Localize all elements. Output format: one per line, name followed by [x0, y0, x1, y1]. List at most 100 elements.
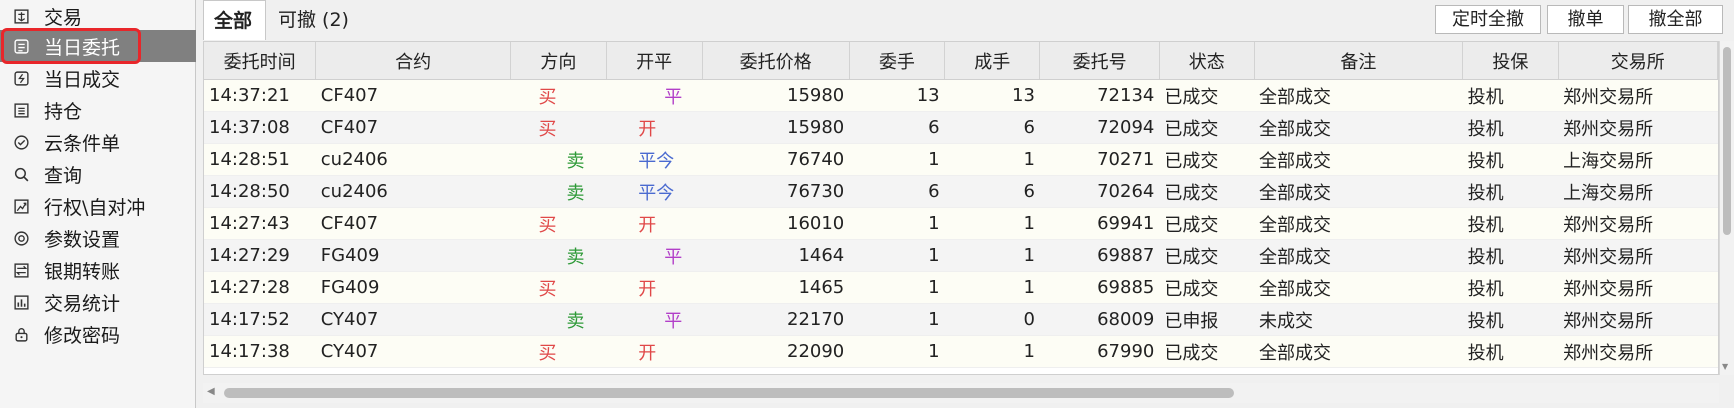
cell-status: 已成交	[1159, 111, 1255, 144]
cell-dir: 卖	[510, 143, 607, 176]
exercise-icon	[11, 196, 31, 216]
position-icon	[11, 100, 31, 120]
column-header[interactable]: 委托价格	[702, 42, 850, 80]
cell-note: 全部成交	[1254, 143, 1463, 176]
cell-vol: 1	[849, 335, 945, 368]
vertical-scrollbar[interactable]: ▼	[1719, 41, 1734, 375]
cell-note: 全部成交	[1254, 271, 1463, 304]
scrollbar-thumb[interactable]	[1723, 47, 1731, 235]
orders-table: 委托时间 合约 方向 开平 委托价格 委手 成手 委托号 状态 备注 投保 交易…	[203, 41, 1719, 375]
column-header[interactable]: 备注	[1254, 42, 1464, 80]
cell-status: 已成交	[1159, 239, 1255, 272]
tab-cancellable[interactable]: 可撤 (2)	[268, 0, 378, 40]
sidebar-item-cloud-conditions[interactable]: 云条件单	[0, 126, 196, 158]
sidebar-item-statistics[interactable]: 交易统计	[0, 286, 196, 318]
cell-price: 1465	[702, 271, 850, 304]
cancel-order-button[interactable]: 撤单	[1547, 5, 1624, 34]
cell-filled: 1	[944, 239, 1040, 272]
table-row[interactable]: 14:17:38 CY407 买开 22090 1 1 67990 已成交 全部成交 投机 郑州交易…	[204, 335, 1718, 368]
cell-exchange: 郑州交易所	[1558, 335, 1718, 368]
cell-price: 1464	[702, 239, 850, 272]
cell-contract: FG409	[315, 271, 511, 304]
search-icon	[11, 164, 31, 184]
table-row[interactable]: 14:28:50 cu2406 卖平今 76730 6 6 70264 已成交 全部成交 投机 上海…	[204, 175, 1718, 208]
column-header[interactable]: 委托号	[1039, 42, 1160, 80]
cell-status: 已申报	[1159, 303, 1255, 336]
sidebar-item-label: 持仓	[44, 100, 83, 123]
cancel-all-button[interactable]: 撤全部	[1628, 5, 1723, 34]
settings-icon	[11, 228, 31, 248]
cell-price: 22170	[702, 303, 850, 336]
cell-hedge: 投机	[1462, 303, 1559, 336]
horizontal-scrollbar[interactable]: ◀	[203, 383, 1719, 403]
cell-order-no: 72134	[1039, 79, 1160, 112]
sidebar-item-orders[interactable]: 当日委托	[0, 30, 196, 62]
sidebar-item-change-password[interactable]: 修改密码	[0, 318, 196, 350]
table-row[interactable]: 14:37:21 CF407 买平 15980 13 13 72134 已成交 全部成交 投机 郑州…	[204, 79, 1718, 112]
sidebar-item-label: 当日成交	[44, 68, 121, 91]
column-header[interactable]: 成手	[944, 42, 1041, 80]
cell-oc: 平今	[606, 175, 703, 208]
cell-contract: CY407	[315, 303, 511, 336]
cell-filled: 6	[944, 175, 1040, 208]
sidebar-item-trade[interactable]: 交易	[0, 0, 196, 32]
scroll-left-arrow-icon[interactable]: ◀	[207, 386, 215, 397]
cell-vol: 1	[849, 239, 945, 272]
cell-contract: CF407	[315, 111, 511, 144]
sidebar-item-exercise[interactable]: 行权\自对冲	[0, 190, 196, 222]
cell-hedge: 投机	[1462, 335, 1559, 368]
scrollbar-thumb[interactable]	[224, 388, 1234, 398]
cell-time: 14:28:50	[204, 175, 316, 208]
scroll-down-arrow-icon[interactable]: ▼	[1722, 362, 1728, 371]
cell-hedge: 投机	[1462, 207, 1559, 240]
table-row[interactable]: 14:27:28 FG409 买开 1465 1 1 69885 已成交 全部成交 投机 郑州交易所	[204, 271, 1718, 304]
table-row[interactable]: 14:37:08 CF407 买开 15980 6 6 72094 已成交 全部成交 投机 郑州交易…	[204, 111, 1718, 144]
table-row[interactable]: 14:17:52 CY407 卖平 22170 1 0 68009 已申报 未成交 投机 郑州交易所	[204, 303, 1718, 336]
stats-icon	[11, 292, 31, 312]
sidebar-item-bank-transfer[interactable]: 银期转账	[0, 254, 196, 286]
cell-time: 14:27:29	[204, 239, 316, 272]
sidebar: 交易 当日委托 当日成交 持仓 云条件单 查询 行权\自对冲 参数设置 银期转账…	[0, 0, 196, 408]
cell-note: 全部成交	[1254, 175, 1463, 208]
cell-hedge: 投机	[1462, 143, 1559, 176]
cell-note: 未成交	[1254, 303, 1463, 336]
cell-contract: CF407	[315, 79, 511, 112]
table-row[interactable]: 14:27:43 CF407 买开 16010 1 1 69941 已成交 全部成交 投机 郑州交易…	[204, 207, 1718, 240]
tab-all[interactable]: 全部	[203, 0, 266, 40]
cell-exchange: 上海交易所	[1558, 175, 1718, 208]
sidebar-item-label: 修改密码	[44, 324, 121, 347]
order-icon	[11, 36, 31, 56]
cell-note: 全部成交	[1254, 207, 1463, 240]
table-row[interactable]: 14:28:51 cu2406 卖平今 76740 1 1 70271 已成交 全部成交 投机 上海…	[204, 143, 1718, 176]
sidebar-item-settings[interactable]: 参数设置	[0, 222, 196, 254]
sidebar-item-deals[interactable]: 当日成交	[0, 62, 196, 94]
timed-cancel-all-button[interactable]: 定时全撤	[1435, 5, 1541, 34]
column-header[interactable]: 开平	[606, 42, 703, 80]
sidebar-item-label: 查询	[44, 164, 83, 187]
cell-time: 14:27:43	[204, 207, 316, 240]
cell-price: 76740	[702, 143, 850, 176]
cell-status: 已成交	[1159, 271, 1255, 304]
sidebar-item-positions[interactable]: 持仓	[0, 94, 196, 126]
cell-exchange: 郑州交易所	[1558, 239, 1718, 272]
cell-filled: 6	[944, 111, 1040, 144]
cell-note: 全部成交	[1254, 111, 1463, 144]
cell-oc: 开	[606, 271, 703, 304]
table-row[interactable]: 14:27:29 FG409 卖平 1464 1 1 69887 已成交 全部成交 投机 郑州交易所	[204, 239, 1718, 272]
column-header[interactable]: 交易所	[1558, 42, 1718, 80]
cell-price: 76730	[702, 175, 850, 208]
column-header[interactable]: 合约	[315, 42, 511, 80]
column-header[interactable]: 投保	[1462, 42, 1559, 80]
column-header[interactable]: 委手	[849, 42, 946, 80]
cell-contract: CY407	[315, 335, 511, 368]
column-header[interactable]: 状态	[1159, 42, 1255, 80]
cell-filled: 1	[944, 271, 1040, 304]
cell-price: 15980	[702, 79, 850, 112]
cell-contract: CF407	[315, 207, 511, 240]
cell-dir: 买	[510, 207, 607, 240]
cell-dir: 卖	[510, 175, 607, 208]
sidebar-item-query[interactable]: 查询	[0, 158, 196, 190]
column-header[interactable]: 委托时间	[204, 42, 317, 80]
column-header[interactable]: 方向	[510, 42, 607, 80]
sidebar-item-label: 当日委托	[44, 36, 121, 59]
